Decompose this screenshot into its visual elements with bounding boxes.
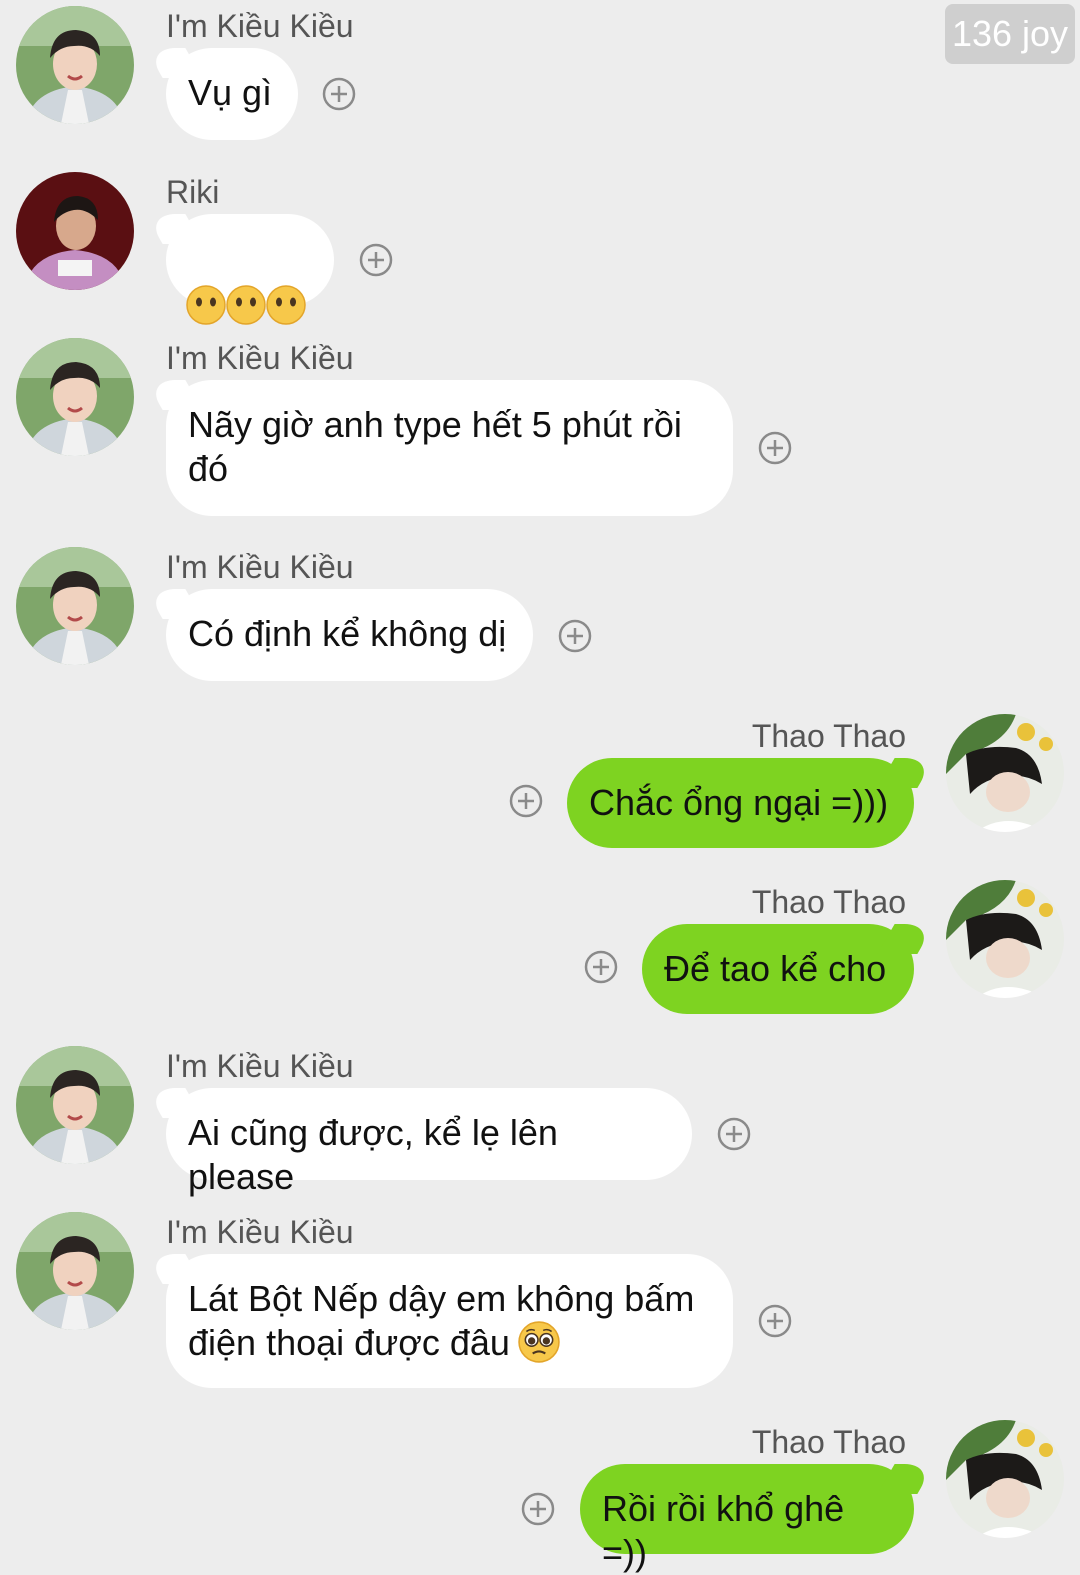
avatar[interactable]	[16, 172, 134, 290]
message-row: Riki	[0, 166, 1080, 316]
add-reaction-button[interactable]	[521, 1492, 555, 1526]
avatar[interactable]	[16, 338, 134, 456]
message-row: Thao Thao Chắc ổng ngại =)))	[0, 710, 1080, 860]
neutral-face-emoji	[266, 285, 306, 325]
message-bubble[interactable]: Nãy giờ anh type hết 5 phút rồi đó	[166, 380, 733, 516]
message-bubble[interactable]: Có định kể không dị	[166, 589, 533, 681]
message-text: Lát Bột Nếp dậy em không bấm điện thoại …	[188, 1278, 695, 1363]
avatar[interactable]	[16, 1212, 134, 1330]
message-text: Vụ gì	[188, 72, 273, 113]
add-reaction-button[interactable]	[717, 1117, 751, 1151]
add-reaction-button[interactable]	[758, 431, 792, 465]
plus-circle-icon	[584, 950, 618, 984]
message-row: I'm Kiều Kiều Vụ gì	[0, 0, 1080, 150]
message-bubble[interactable]: Vụ gì	[166, 48, 298, 140]
emoji-row	[186, 284, 306, 325]
message-row: I'm Kiều Kiều Ai cũng được, kể lẹ lên pl…	[0, 1040, 1080, 1197]
message-row: Thao Thao Để tao kể cho	[0, 876, 1080, 1026]
neutral-face-emoji	[226, 285, 266, 325]
plus-circle-icon	[322, 77, 356, 111]
message-bubble[interactable]: Rồi rồi khổ ghê =))	[580, 1464, 914, 1573]
sender-name: Thao Thao	[751, 884, 906, 920]
avatar[interactable]	[946, 880, 1064, 998]
pleading-face-emoji	[518, 1321, 560, 1363]
message-text: Chắc ổng ngại =)))	[589, 782, 889, 823]
plus-circle-icon	[509, 784, 543, 818]
avatar[interactable]	[946, 1420, 1064, 1538]
add-reaction-button[interactable]	[758, 1304, 792, 1338]
message-text: Ai cũng được, kể lẹ lên please	[188, 1112, 558, 1197]
message-row: I'm Kiều Kiều Lát Bột Nếp dậy em không b…	[0, 1206, 1080, 1396]
message-text: Có định kể không dị	[188, 613, 507, 654]
neutral-face-emoji	[186, 285, 226, 325]
sender-name: I'm Kiều Kiều	[166, 549, 354, 585]
sender-name: Thao Thao	[751, 1424, 906, 1460]
plus-circle-icon	[521, 1492, 555, 1526]
plus-circle-icon	[758, 1304, 792, 1338]
message-bubble[interactable]: Để tao kể cho	[642, 924, 914, 1014]
add-reaction-button[interactable]	[322, 77, 356, 111]
sender-name: I'm Kiều Kiều	[166, 1048, 354, 1084]
plus-circle-icon	[359, 243, 393, 277]
plus-circle-icon	[558, 619, 592, 653]
avatar[interactable]	[16, 547, 134, 665]
message-text: Để tao kể cho	[664, 948, 887, 989]
plus-circle-icon	[758, 431, 792, 465]
message-row: I'm Kiều Kiều Nãy giờ anh type hết 5 phú…	[0, 332, 1080, 522]
sender-name: I'm Kiều Kiều	[166, 8, 354, 44]
sender-name: Thao Thao	[751, 718, 906, 754]
sender-name: I'm Kiều Kiều	[166, 340, 354, 376]
add-reaction-button[interactable]	[359, 243, 393, 277]
avatar[interactable]	[946, 714, 1064, 832]
sender-name: Riki	[166, 174, 220, 210]
add-reaction-button[interactable]	[509, 784, 543, 818]
message-bubble[interactable]	[166, 214, 334, 306]
message-bubble[interactable]: Chắc ổng ngại =)))	[567, 758, 914, 848]
message-row: I'm Kiều Kiều Có định kể không dị	[0, 541, 1080, 691]
plus-circle-icon	[717, 1117, 751, 1151]
avatar[interactable]	[16, 1046, 134, 1164]
message-bubble[interactable]: Ai cũng được, kể lẹ lên please	[166, 1088, 692, 1197]
message-text: Nãy giờ anh type hết 5 phút rồi đó	[188, 404, 682, 489]
avatar[interactable]	[16, 6, 134, 124]
add-reaction-button[interactable]	[584, 950, 618, 984]
message-text: Rồi rồi khổ ghê =))	[602, 1488, 845, 1573]
message-bubble[interactable]: Lát Bột Nếp dậy em không bấm điện thoại …	[166, 1254, 733, 1388]
add-reaction-button[interactable]	[558, 619, 592, 653]
sender-name: I'm Kiều Kiều	[166, 1214, 354, 1250]
message-row: Thao Thao Rồi rồi khổ ghê =))	[0, 1416, 1080, 1573]
